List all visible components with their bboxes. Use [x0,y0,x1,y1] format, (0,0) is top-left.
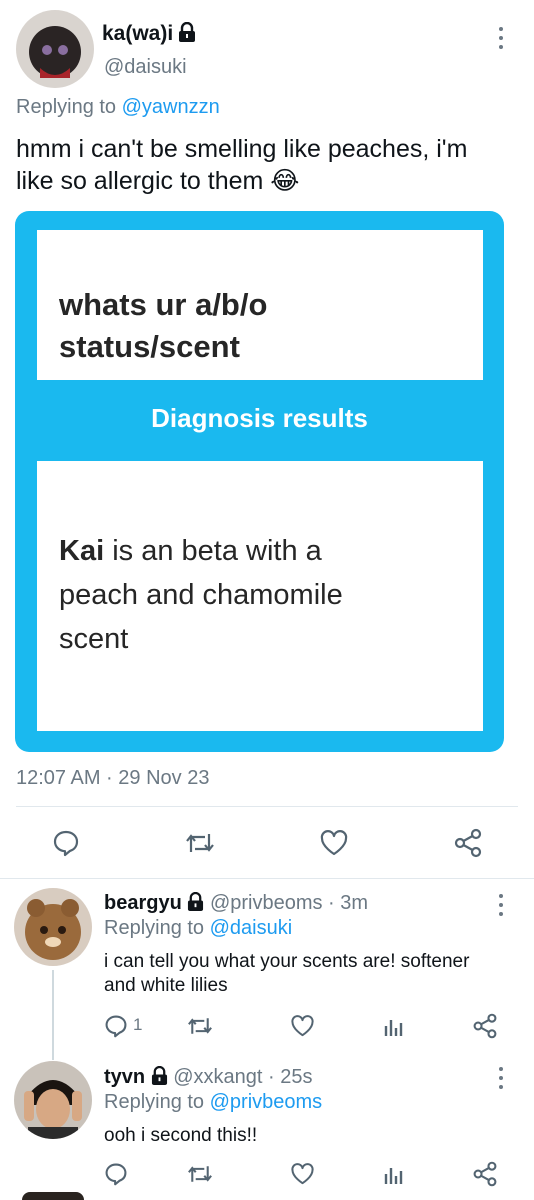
lock-icon [187,891,204,917]
replying-to-link[interactable]: @daisuki [210,917,293,939]
question-box: whats ur a/b/o status/scent [37,230,483,380]
replying-to: Replying to @daisuki [104,917,293,939]
avatar[interactable] [14,888,92,966]
more-options-icon[interactable] [498,27,504,49]
replying-to: Replying to @yawnzzn [16,96,220,118]
like-icon[interactable] [290,1014,315,1038]
reply-text: ooh i second this!! [104,1125,258,1146]
post-time: · 25s [262,1066,313,1088]
avatar[interactable] [22,1192,84,1200]
results-header: Diagnosis results [151,403,368,433]
tweet-timestamp[interactable]: 12:07 AM · 29 Nov 23 [16,767,209,790]
retweet-icon[interactable] [185,829,215,857]
divider [16,806,518,807]
reply-icon[interactable] [52,829,80,857]
share-icon[interactable] [472,1161,498,1187]
lock-icon [178,21,196,47]
display-name[interactable]: tyvn [104,1066,145,1088]
user-handle[interactable]: @xxkangt [173,1066,262,1088]
reply-count: 1 [133,1015,143,1034]
like-icon[interactable] [290,1162,315,1186]
replying-to-link[interactable]: @yawnzzn [122,96,220,118]
avatar[interactable] [14,1061,92,1139]
replying-to: Replying to @privbeoms [104,1091,323,1113]
divider [0,878,534,879]
question-line: whats ur a/b/o [59,287,268,322]
more-options-icon[interactable] [498,1067,504,1089]
retweet-icon[interactable] [187,1162,213,1186]
more-options-icon[interactable] [498,894,504,916]
question-line: status/scent [59,329,240,364]
share-icon[interactable] [472,1013,498,1039]
replying-to-link[interactable]: @privbeoms [210,1091,323,1113]
avatar[interactable] [16,10,94,88]
thread-line [52,970,54,1060]
retweet-icon[interactable] [187,1014,213,1038]
display-name[interactable]: beargyu [104,892,182,914]
display-name[interactable]: ka(wa)i [102,22,173,45]
reply-icon[interactable] [104,1162,128,1186]
result-name: Kai [59,535,105,567]
share-icon[interactable] [453,828,483,858]
lock-icon [151,1065,168,1091]
reply-icon[interactable] [104,1014,128,1038]
like-icon[interactable] [319,829,349,857]
result-box: Kai is an beta with a peach and chamomil… [37,461,483,731]
user-handle[interactable]: @privbeoms [210,892,323,914]
analytics-icon[interactable] [383,1162,405,1186]
reply-text: i can tell you what your scents are! sof… [104,951,470,996]
analytics-icon[interactable] [383,1014,405,1038]
diagnosis-card-image[interactable]: whats ur a/b/o status/scent Diagnosis re… [15,211,504,752]
user-handle[interactable]: @daisuki [104,56,187,79]
post-time: · 3m [322,892,369,914]
laughing-emoji: 😂 [270,167,300,195]
tweet-text: hmm i can't be smelling like peaches, i'… [16,135,468,195]
